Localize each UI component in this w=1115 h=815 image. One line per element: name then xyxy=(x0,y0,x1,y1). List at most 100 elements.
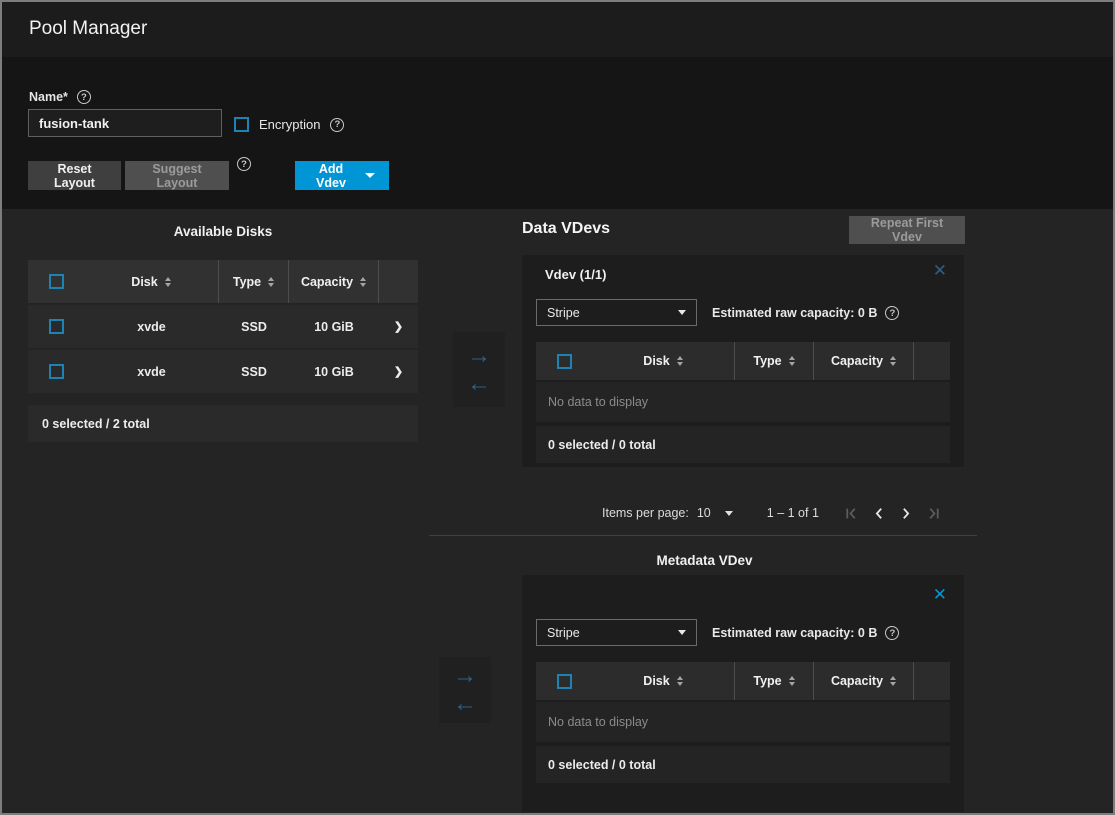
encryption-help-icon[interactable]: ? xyxy=(330,118,344,132)
table-row[interactable]: xvde SSD 10 GiB ❯ xyxy=(28,305,418,348)
data-vdevs-heading: Data VDevs xyxy=(522,220,610,238)
chevron-right-icon[interactable]: ❯ xyxy=(394,365,403,378)
disk-column-label: Disk xyxy=(131,275,157,289)
sort-icon xyxy=(165,277,171,287)
pool-manager-page: Pool Manager Name* ? Encryption ? Reset … xyxy=(0,0,1115,815)
first-page-icon[interactable] xyxy=(843,506,858,521)
name-label: Name* xyxy=(29,90,68,104)
sort-icon xyxy=(677,676,683,686)
move-right-arrow-icon[interactable]: → xyxy=(467,343,491,369)
column-header-disk[interactable]: Disk xyxy=(84,260,219,303)
metadata-vdev-panel: ✕ Stripe Estimated raw capacity: 0 B ? D… xyxy=(522,575,964,812)
select-caret-down-icon xyxy=(678,310,686,315)
available-disks-header-row: Disk Type Capacity xyxy=(28,260,418,303)
suggest-layout-button[interactable]: Suggest Layout xyxy=(125,161,229,190)
reset-layout-button[interactable]: Reset Layout xyxy=(28,161,121,190)
encryption-checkbox[interactable] xyxy=(234,117,249,132)
row-checkbox[interactable] xyxy=(49,319,64,334)
estimated-capacity-text: Estimated raw capacity: 0 B xyxy=(712,306,877,320)
chevron-right-icon[interactable]: ❯ xyxy=(394,320,403,333)
vdev-panel-title: Vdev (1/1) xyxy=(545,267,606,282)
metadata-vdev-transfer-panel: → ← xyxy=(439,657,491,723)
move-left-arrow-icon[interactable]: ← xyxy=(453,691,477,717)
layout-select-value: Stripe xyxy=(547,626,580,640)
metadata-layout-select[interactable]: Stripe xyxy=(536,619,697,646)
section-divider xyxy=(429,535,977,536)
vdev-disks-table: Disk Type Capacity No data to display 0 … xyxy=(536,342,950,463)
metadata-close-icon[interactable]: ✕ xyxy=(933,585,947,605)
sort-icon xyxy=(789,676,795,686)
metadata-table-header-row: Disk Type Capacity xyxy=(536,662,950,700)
pool-name-input[interactable] xyxy=(28,109,222,137)
items-per-page-caret-down-icon[interactable] xyxy=(725,511,733,516)
metadata-disks-table: Disk Type Capacity No data to display 0 … xyxy=(536,662,950,783)
encryption-label: Encryption xyxy=(259,117,320,132)
disk-capacity: 10 GiB xyxy=(314,365,354,379)
pool-form: Name* ? Encryption ? Reset Layout Sugges… xyxy=(2,57,1113,209)
sort-icon xyxy=(677,356,683,366)
app-header: Pool Manager xyxy=(2,2,1113,57)
column-header-capacity[interactable]: Capacity xyxy=(289,260,379,303)
select-all-checkbox[interactable] xyxy=(557,674,572,689)
sort-icon xyxy=(789,356,795,366)
layout-select-value: Stripe xyxy=(547,306,580,320)
last-page-icon[interactable] xyxy=(927,506,942,521)
vdev-close-icon[interactable]: ✕ xyxy=(933,261,947,281)
data-vdev-panel: Vdev (1/1) ✕ Stripe Estimated raw capaci… xyxy=(522,255,964,467)
items-per-page-value[interactable]: 10 xyxy=(697,506,711,520)
select-all-checkbox[interactable] xyxy=(557,354,572,369)
column-header-type[interactable]: Type xyxy=(219,260,289,303)
sort-icon xyxy=(360,277,366,287)
sort-icon xyxy=(890,676,896,686)
select-all-checkbox[interactable] xyxy=(49,274,64,289)
disk-type: SSD xyxy=(241,365,267,379)
move-left-arrow-icon[interactable]: ← xyxy=(467,371,491,397)
disk-name: xvde xyxy=(137,365,166,379)
type-column-label: Type xyxy=(753,354,781,368)
disk-column-label: Disk xyxy=(643,674,669,688)
available-disks-title: Available Disks xyxy=(28,224,418,239)
layout-help-icon[interactable]: ? xyxy=(237,157,251,171)
available-disks-table: Disk Type Capacity xvde SSD 10 GiB ❯ xyxy=(28,260,418,442)
empty-table-message: No data to display xyxy=(536,702,950,742)
next-page-icon[interactable] xyxy=(899,506,914,521)
capacity-help-icon[interactable]: ? xyxy=(885,306,899,320)
name-help-icon[interactable]: ? xyxy=(77,90,91,104)
column-header-capacity[interactable]: Capacity xyxy=(814,662,914,700)
column-header-disk[interactable]: Disk xyxy=(592,342,735,380)
capacity-help-icon[interactable]: ? xyxy=(885,626,899,640)
previous-page-icon[interactable] xyxy=(871,506,886,521)
estimated-capacity-text: Estimated raw capacity: 0 B xyxy=(712,626,877,640)
type-column-label: Type xyxy=(753,674,781,688)
column-header-capacity[interactable]: Capacity xyxy=(814,342,914,380)
add-vdev-caret-down-icon xyxy=(365,173,375,178)
empty-table-message: No data to display xyxy=(536,382,950,422)
capacity-column-label: Capacity xyxy=(831,354,883,368)
disk-column-label: Disk xyxy=(643,354,669,368)
vdev-table-header-row: Disk Type Capacity xyxy=(536,342,950,380)
table-row[interactable]: xvde SSD 10 GiB ❯ xyxy=(28,350,418,393)
column-header-disk[interactable]: Disk xyxy=(592,662,735,700)
add-vdev-button[interactable]: Add Vdev xyxy=(295,161,389,190)
repeat-first-vdev-button[interactable]: Repeat First Vdev xyxy=(849,216,965,244)
move-right-arrow-icon[interactable]: → xyxy=(453,663,477,689)
capacity-column-label: Capacity xyxy=(301,275,353,289)
vdev-layout-select[interactable]: Stripe xyxy=(536,299,697,326)
disk-capacity: 10 GiB xyxy=(314,320,354,334)
disk-type: SSD xyxy=(241,320,267,334)
data-vdevs-paginator: Items per page: 10 1 – 1 of 1 xyxy=(602,499,977,527)
row-checkbox[interactable] xyxy=(49,364,64,379)
items-per-page-label: Items per page: xyxy=(602,506,689,520)
available-disks-footer: 0 selected / 2 total xyxy=(28,405,418,442)
disk-name: xvde xyxy=(137,320,166,334)
sort-icon xyxy=(268,277,274,287)
column-header-type[interactable]: Type xyxy=(735,342,814,380)
type-column-label: Type xyxy=(233,275,261,289)
page-title: Pool Manager xyxy=(29,18,147,40)
select-caret-down-icon xyxy=(678,630,686,635)
sort-icon xyxy=(890,356,896,366)
column-header-type[interactable]: Type xyxy=(735,662,814,700)
metadata-vdev-title: Metadata VDev xyxy=(432,553,977,568)
layout-content: Available Disks Disk Type Capacity xyxy=(2,209,1113,815)
metadata-table-footer: 0 selected / 0 total xyxy=(536,746,950,783)
